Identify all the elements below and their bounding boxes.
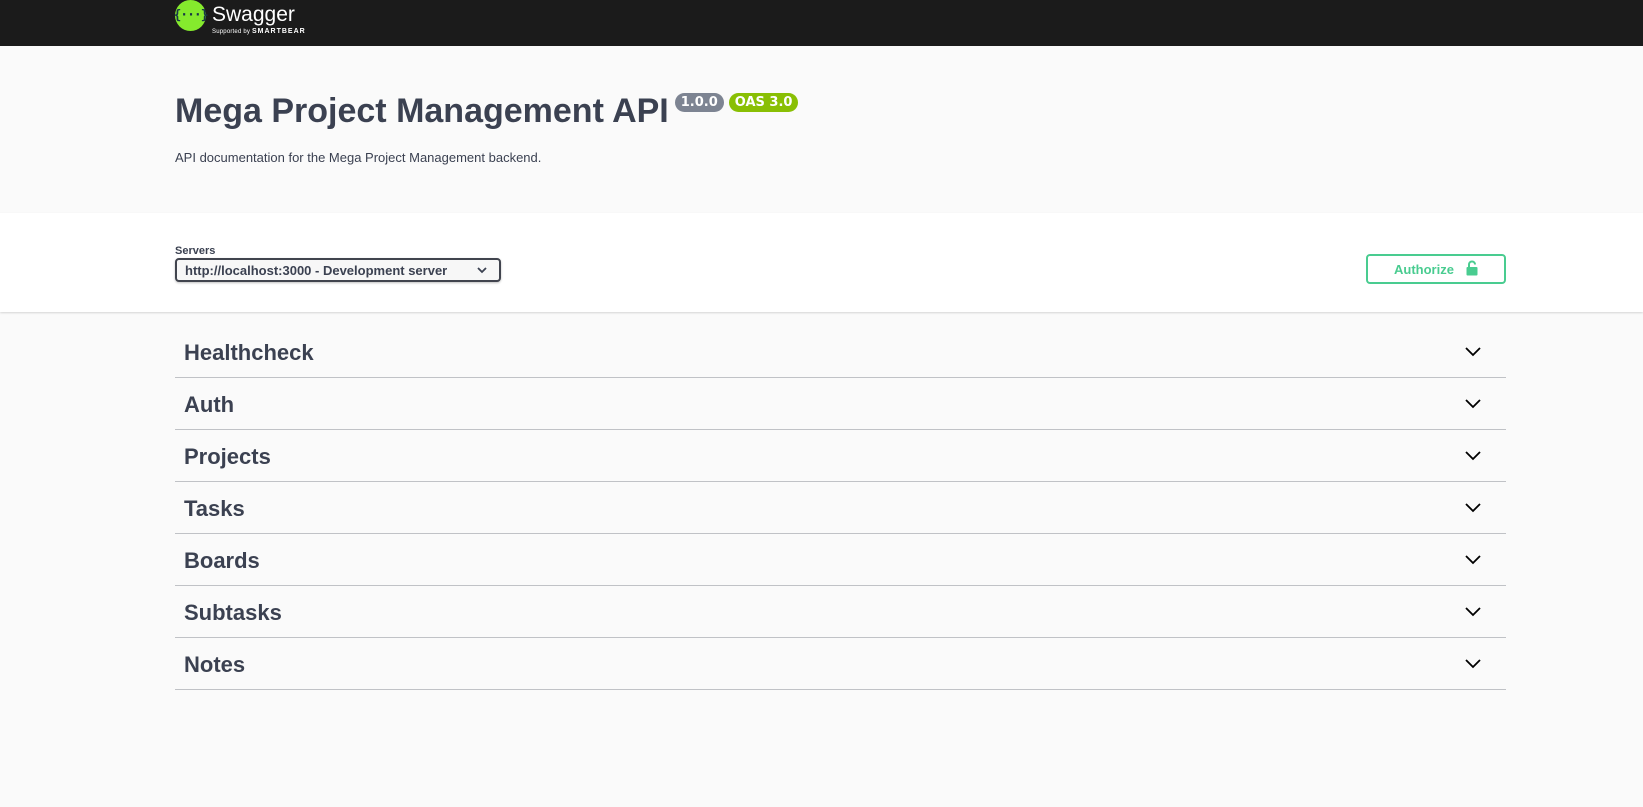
version-badge: 1.0.0 (674, 93, 724, 112)
tag-healthcheck[interactable]: Healthcheck (175, 327, 1506, 378)
chevron-down-icon (476, 264, 488, 279)
tag-subtasks[interactable]: Subtasks (175, 587, 1506, 638)
api-description: API documentation for the Mega Project M… (175, 150, 542, 165)
tag-label: Subtasks (184, 600, 282, 625)
tag-label: Healthcheck (184, 340, 314, 365)
tag-boards[interactable]: Boards (175, 535, 1506, 586)
tag-label: Boards (184, 548, 260, 573)
chevron-down-icon[interactable] (1464, 345, 1482, 363)
api-info: Mega Project Management API 1.0.0 OAS 3.… (175, 86, 799, 165)
server-select[interactable]: http://localhost:3000 - Development serv… (175, 258, 501, 282)
logo-text: Swagger Supported by SMARTBEAR (212, 0, 306, 36)
servers-label: Servers (175, 245, 216, 257)
chevron-down-icon[interactable] (1464, 449, 1482, 467)
logo-sub-brand: SMARTBEAR (251, 28, 306, 35)
logo-name: Swagger (212, 3, 295, 26)
chevron-down-icon[interactable] (1464, 501, 1482, 519)
authorize-button[interactable]: Authorize (1366, 254, 1506, 284)
tag-auth[interactable]: Auth (175, 379, 1506, 430)
chevron-down-icon[interactable] (1464, 605, 1482, 623)
oas-badge: OAS 3.0 (728, 93, 799, 112)
authorize-label: Authorize (1394, 261, 1454, 277)
tag-tasks[interactable]: Tasks (175, 483, 1506, 534)
logo-sub: Supported by SMARTBEAR (212, 28, 306, 36)
swagger-logo-icon: {···} (173, 0, 209, 31)
server-select-value: http://localhost:3000 - Development serv… (185, 262, 448, 278)
title-row: Mega Project Management API 1.0.0 OAS 3.… (175, 86, 799, 136)
chevron-down-icon[interactable] (1464, 553, 1482, 571)
topbar: {···} Swagger Supported by SMARTBEAR (0, 0, 1643, 46)
chevron-down-icon[interactable] (1464, 397, 1482, 415)
chevron-down-icon[interactable] (1464, 657, 1482, 675)
swagger-logo-symbol: {···} (173, 8, 208, 23)
operation-tags: Healthcheck Auth Projects Tasks Boards S… (175, 327, 1506, 691)
tag-label: Tasks (184, 496, 245, 521)
swagger-logo-link[interactable]: {···} Swagger Supported by SMARTBEAR (173, 0, 306, 38)
scheme-container: Servers http://localhost:3000 - Developm… (0, 213, 1643, 312)
tag-label: Notes (184, 652, 246, 677)
tag-label: Auth (184, 392, 235, 417)
lock-icon (1466, 260, 1478, 279)
tag-notes[interactable]: Notes (175, 639, 1506, 690)
tag-label: Projects (184, 444, 271, 469)
tag-projects[interactable]: Projects (175, 431, 1506, 482)
logo-sub-prefix: Supported by (212, 29, 251, 35)
page-title: Mega Project Management API (175, 92, 669, 130)
